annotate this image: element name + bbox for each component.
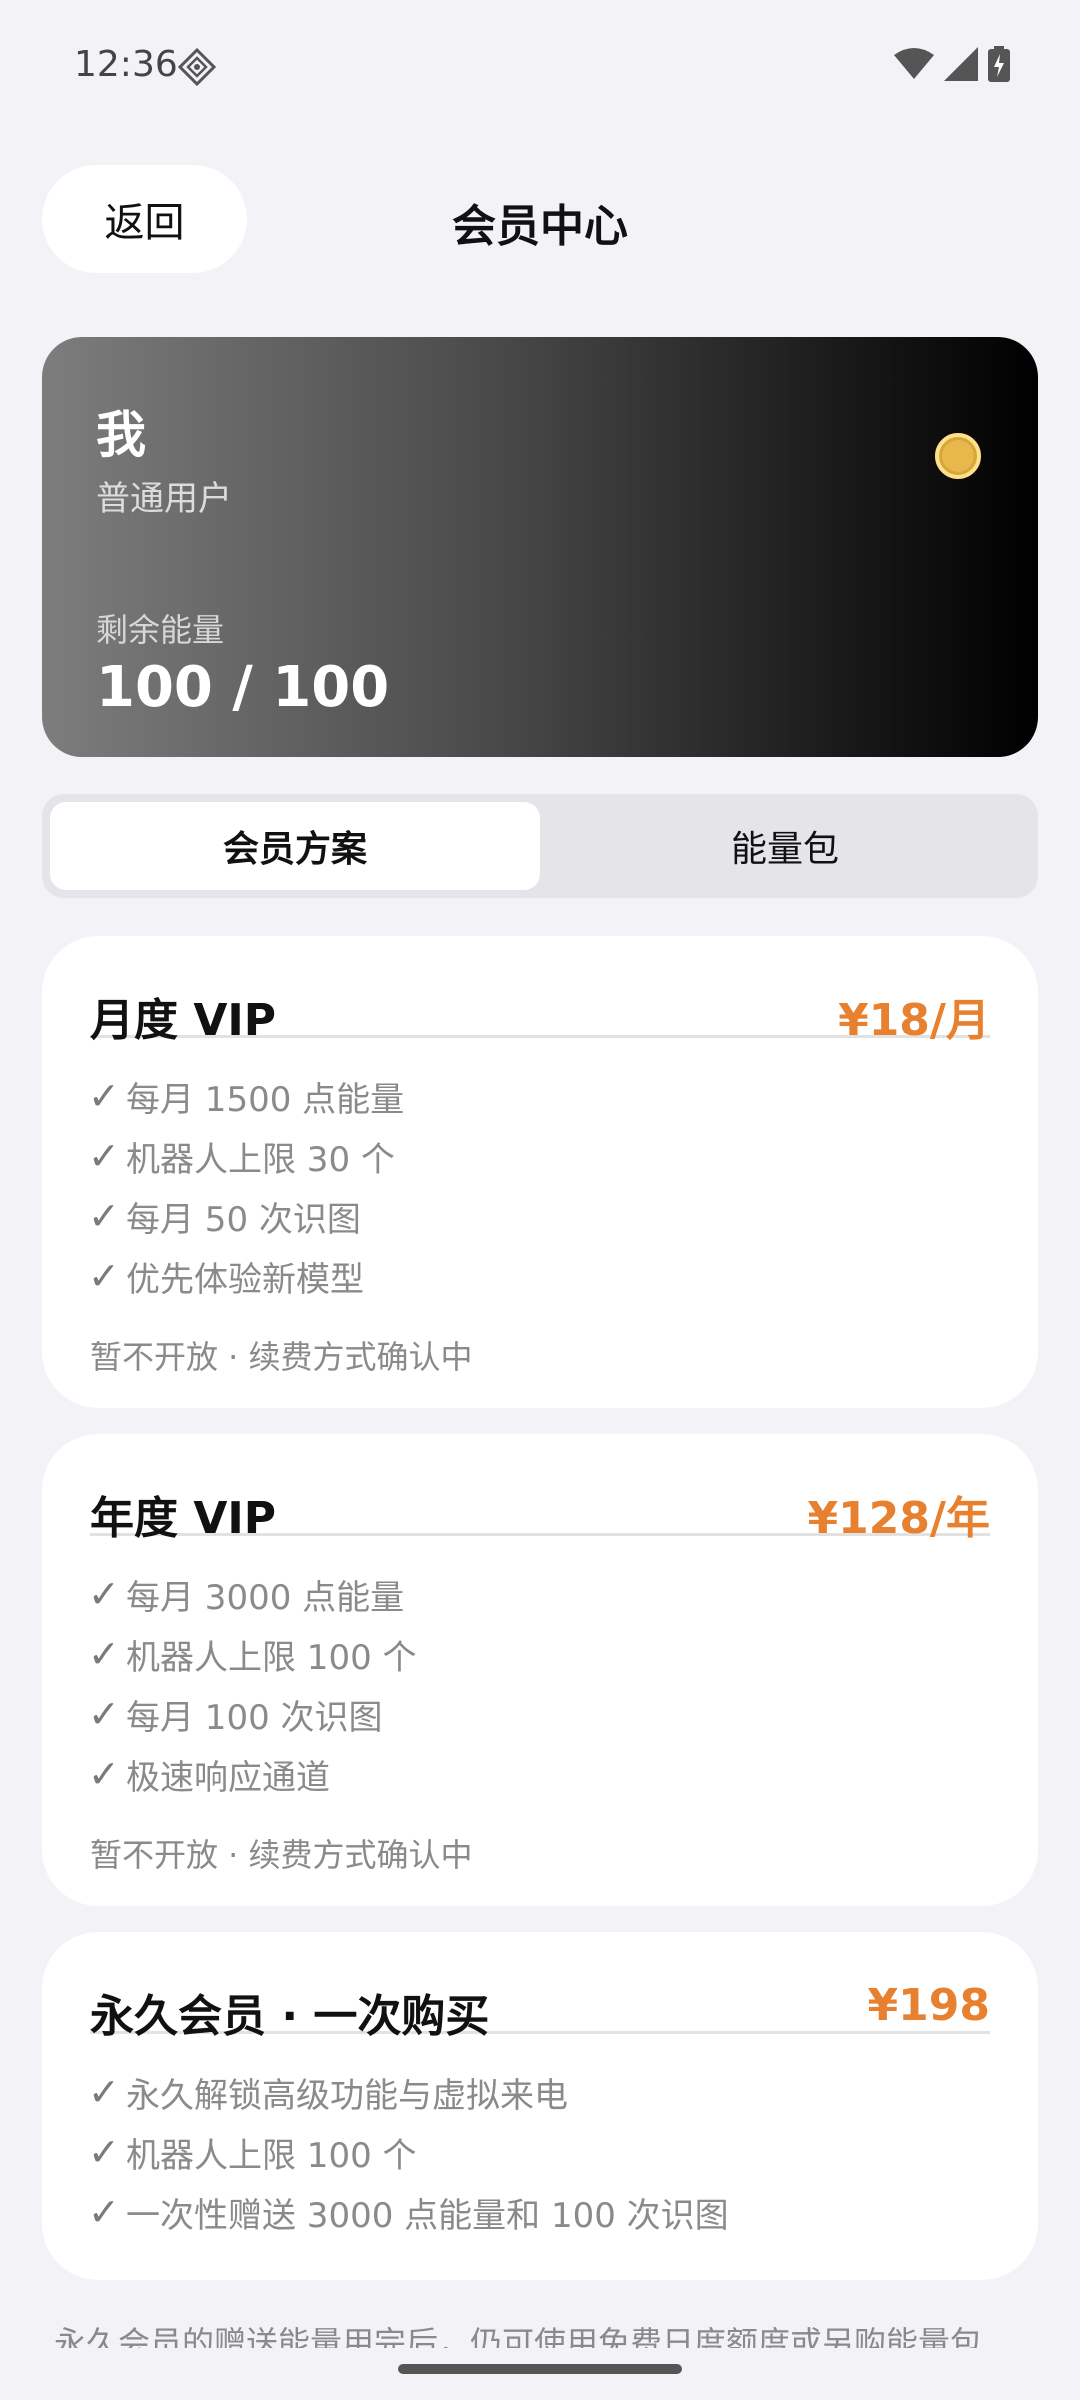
check-icon: ✓ [88,2190,120,2234]
status-bar: 12:36 [0,0,1080,130]
feature-item: ✓ 优先体验新模型 [88,1254,364,1300]
plan-availability-note: 暂不开放 · 续费方式确认中 [90,1338,473,1376]
feature-item: ✓ 每月 1500 点能量 [88,1074,405,1120]
plan-header: 永久会员 · 一次购买 ¥198 [90,1980,990,2042]
check-icon: ✓ [88,2130,120,2174]
battery-icon [988,46,1010,82]
feature-item: ✓ 机器人上限 100 个 [88,2130,417,2176]
check-icon: ✓ [88,1074,120,1118]
status-time: 12:36 [74,44,178,85]
feature-item: ✓ 每月 50 次识图 [88,1194,361,1240]
tab-energy-packs[interactable]: 能量包 [540,802,1030,890]
footer-note: 永久会员的赠送能量用完后，仍可使用免费日度额度或另购能量包 [54,2324,983,2348]
plan-price: ¥198 [867,1980,990,2031]
shield-icon [178,48,216,86]
gesture-nav-bar[interactable] [398,2364,682,2374]
membership-level: 普通用户 [96,479,232,519]
plan-header: 年度 VIP ¥128/年 [90,1482,990,1544]
check-icon: ✓ [88,1752,120,1796]
feature-list: ✓ 每月 3000 点能量 ✓ 机器人上限 100 个 ✓ 每月 100 次识图 ✓ 极… [88,1564,417,1804]
coin-icon [935,433,981,479]
plan-card-lifetime[interactable]: 永久会员 · 一次购买 ¥198 ✓ 永久解锁高级功能与虚拟来电 ✓ 机器人上限 1… [42,1932,1038,2280]
plan-tabs: 会员方案 能量包 [42,794,1038,898]
plan-availability-note: 暂不开放 · 续费方式确认中 [90,1836,473,1874]
feature-list: ✓ 永久解锁高级功能与虚拟来电 ✓ 机器人上限 100 个 ✓ 一次性赠送 3000 … [88,2062,729,2242]
plan-card-monthly[interactable]: 月度 VIP ¥18/月 ✓ 每月 1500 点能量 ✓ 机器人上限 30 个 ✓ 每… [42,936,1038,1408]
plan-header: 月度 VIP ¥18/月 [90,984,990,1046]
user-name: 我 [96,406,146,464]
feature-item: ✓ 机器人上限 30 个 [88,1134,395,1180]
feature-item: ✓ 永久解锁高级功能与虚拟来电 [88,2070,568,2116]
cell-signal-icon [944,47,978,81]
plan-price: ¥18/月 [838,995,990,1046]
plan-card-yearly[interactable]: 年度 VIP ¥128/年 ✓ 每月 3000 点能量 ✓ 机器人上限 100 个 … [42,1434,1038,1906]
check-icon: ✓ [88,1194,120,1238]
member-card: 我 普通用户 剩余能量 100 / 100 [42,337,1038,757]
check-icon: ✓ [88,1632,120,1676]
tab-membership-plans[interactable]: 会员方案 [50,802,540,890]
feature-item: ✓ 极速响应通道 [88,1752,330,1798]
check-icon: ✓ [88,1572,120,1616]
feature-list: ✓ 每月 1500 点能量 ✓ 机器人上限 30 个 ✓ 每月 50 次识图 ✓ 优先体… [88,1066,404,1306]
plan-name: 永久会员 · 一次购买 [90,1991,490,2042]
check-icon: ✓ [88,2070,120,2114]
page-title: 会员中心 [452,201,628,252]
feature-item: ✓ 一次性赠送 3000 点能量和 100 次识图 [88,2190,729,2236]
feature-item: ✓ 每月 100 次识图 [88,1692,383,1738]
feature-item: ✓ 机器人上限 100 个 [88,1632,417,1678]
check-icon: ✓ [88,1692,120,1736]
energy-value: 100 / 100 [96,655,390,720]
plan-name: 月度 VIP [90,995,276,1046]
feature-item: ✓ 每月 3000 点能量 [88,1572,405,1618]
energy-label: 剩余能量 [96,611,225,649]
wifi-icon [894,48,934,79]
check-icon: ✓ [88,1134,120,1178]
check-icon: ✓ [88,1254,120,1298]
plan-name: 年度 VIP [90,1493,276,1544]
plan-price: ¥128/年 [807,1493,990,1544]
